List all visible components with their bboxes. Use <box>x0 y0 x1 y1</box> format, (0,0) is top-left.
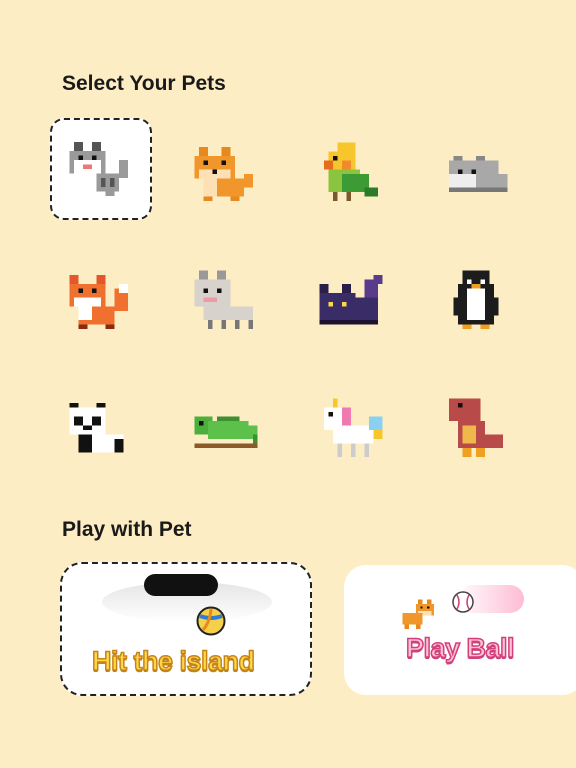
panda-icon <box>69 403 123 453</box>
volleyball-icon <box>196 606 226 636</box>
pet-option-parrot[interactable] <box>288 110 413 238</box>
alpaca-icon <box>194 270 253 329</box>
mini-shiba-icon <box>402 599 434 629</box>
select-pets-title: Select Your Pets <box>62 72 226 95</box>
dinosaur-icon <box>448 398 503 457</box>
pet-option-panda[interactable] <box>38 366 163 494</box>
play-with-pet-title: Play with Pet <box>62 518 192 541</box>
hit-the-island-card[interactable]: Hit the island <box>60 562 312 696</box>
pet-option-dinosaur[interactable] <box>413 366 538 494</box>
play-ball-label: Play Ball <box>405 632 515 664</box>
fox-icon <box>69 275 128 329</box>
pet-option-penguin[interactable] <box>413 238 538 366</box>
pet-option-alpaca[interactable] <box>163 238 288 366</box>
pet-option-black-cat[interactable] <box>288 238 413 366</box>
penguin-icon <box>453 270 498 329</box>
hit-the-island-label: Hit the island <box>91 645 256 677</box>
chameleon-icon <box>194 416 257 448</box>
pet-option-shiba[interactable] <box>163 110 288 238</box>
dynamic-island <box>144 574 218 596</box>
pet-option-chameleon[interactable] <box>163 366 288 494</box>
shiba-dog-icon <box>194 147 253 201</box>
hamster-icon <box>448 156 507 192</box>
pet-option-gray-cat[interactable] <box>38 110 163 238</box>
pet-grid <box>38 110 538 494</box>
parrot-icon <box>323 142 378 201</box>
unicorn-icon <box>323 398 382 457</box>
baseball-icon <box>452 591 474 613</box>
gray-cat-icon <box>69 142 128 196</box>
pet-option-unicorn[interactable] <box>288 366 413 494</box>
black-cat-icon <box>319 275 382 325</box>
pet-option-hamster[interactable] <box>413 110 538 238</box>
pet-option-fox[interactable] <box>38 238 163 366</box>
play-ball-card[interactable]: Play Ball <box>344 565 576 695</box>
